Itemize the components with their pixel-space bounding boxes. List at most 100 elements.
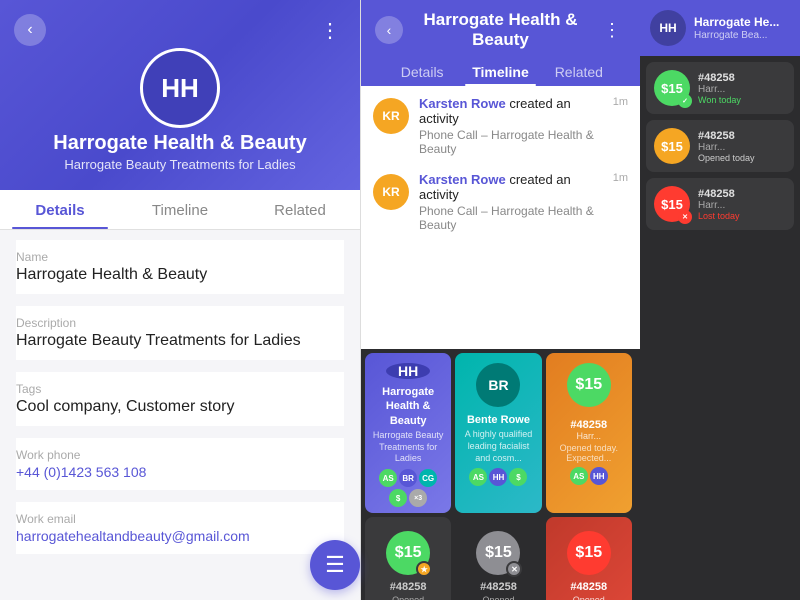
related-status-3: Lost today — [698, 211, 786, 221]
deal-status-6: Opened yesterday. — [552, 595, 626, 600]
tag-cg: CG — [419, 469, 437, 487]
deal3-tag-as: AS — [570, 467, 588, 485]
tab-timeline[interactable]: Timeline — [120, 190, 240, 229]
card-br-name: Bente Rowe — [467, 413, 530, 427]
more-button[interactable]: ⋮ — [314, 14, 346, 46]
card-hh-name: Harrogate Health & Beauty — [371, 385, 445, 428]
name-label: Name — [16, 250, 344, 264]
work-phone-value[interactable]: +44 (0)1423 563 108 — [16, 464, 344, 480]
deal-status-3: Opened today. Expected... — [552, 443, 626, 463]
deal-badge-cancelled: $15 ✕ — [476, 531, 520, 575]
detail-work-email: Work email harrogatehealtandbeauty@gmail… — [16, 502, 344, 554]
avatar: HH — [140, 48, 220, 128]
left-header-bg: ‹ ⋮ HH Harrogate Health & Beauty Harroga… — [0, 0, 360, 190]
related-info-3: #48258 Harr... Lost today — [698, 188, 786, 221]
cancelled-icon: ✕ — [506, 561, 522, 577]
tag-br-hh: HH — [489, 468, 507, 486]
related-list: $15 ✓ #48258 Harr... Won today $15 #4825… — [640, 56, 800, 600]
related-company-1: Harr... — [698, 84, 786, 95]
related-id-1: #48258 — [698, 72, 786, 84]
tab-details[interactable]: Details — [0, 190, 120, 229]
related-info-1: #48258 Harr... Won today — [698, 72, 786, 105]
description-value: Harrogate Beauty Treatments for Ladies — [16, 332, 344, 350]
timeline-avatar-1: KR — [373, 98, 409, 134]
deal-badge-won: $15 ★ — [386, 531, 430, 575]
related-status-1: Won today — [698, 95, 786, 105]
company-subtitle: Harrogate Beauty Treatments for Ladies — [64, 157, 295, 172]
timeline-item-2: KR Karsten Rowe created an activity 1m P… — [373, 172, 628, 232]
detail-tags: Tags Cool company, Customer story — [16, 372, 344, 426]
work-email-value[interactable]: harrogatehealtandbeauty@gmail.com — [16, 528, 344, 544]
timeline-who-2: Karsten Rowe created an activity — [419, 172, 607, 202]
card-deal-cancelled[interactable]: $15 ✕ #48258 Opened yesterday. Cancelled… — [455, 517, 541, 600]
detail-work-phone: Work phone +44 (0)1423 563 108 — [16, 438, 344, 490]
details-content: Name Harrogate Health & Beauty Descripti… — [0, 230, 360, 600]
related-item-3[interactable]: $15 ✕ #48258 Harr... Lost today — [646, 178, 794, 230]
card-br-tags: AS HH $ — [469, 468, 527, 486]
fab-button[interactable]: ☰ — [310, 540, 360, 590]
tags-value: Cool company, Customer story — [16, 398, 344, 416]
middle-title: Harrogate Health & Beauty — [403, 10, 598, 50]
related-id-2: #48258 — [698, 130, 786, 142]
related-item-2[interactable]: $15 #48258 Harr... Opened today — [646, 120, 794, 172]
card-deal-won[interactable]: $15 ★ #48258 Opened yesterday. Won today… — [365, 517, 451, 600]
timeline-sub-1: Phone Call – Harrogate Health & Beauty — [419, 128, 628, 156]
card-hh-sub: Harrogate Beauty Treatments for Ladies — [371, 430, 445, 465]
middle-more-button[interactable]: ⋮ — [598, 16, 626, 44]
middle-tab-timeline[interactable]: Timeline — [461, 56, 539, 86]
won-icon: ★ — [416, 561, 432, 577]
card-br-avatar: BR — [476, 363, 520, 407]
tag-br: BR — [399, 469, 417, 487]
tags-label: Tags — [16, 382, 344, 396]
tag-x3: ×3 — [409, 489, 427, 507]
description-label: Description — [16, 316, 344, 330]
related-company-3: Harr... — [698, 200, 786, 211]
card-hh-contact[interactable]: HH Harrogate Health & Beauty Harrogate B… — [365, 353, 451, 513]
middle-back-button[interactable]: ‹ — [375, 16, 403, 44]
detail-description: Description Harrogate Beauty Treatments … — [16, 306, 344, 360]
middle-tab-details[interactable]: Details — [383, 56, 461, 86]
timeline-time-2: 1m — [613, 172, 628, 184]
deal-id-4: #48258 — [390, 581, 427, 593]
card-deal-red[interactable]: $15 #48258 Opened yesterday. — [546, 517, 632, 600]
card-hh-tags: AS BR CG $ ×3 — [371, 469, 445, 507]
tag-as: AS — [379, 469, 397, 487]
won-badge-icon: ✓ — [678, 94, 692, 108]
lost-badge-icon: ✕ — [678, 210, 692, 224]
deal-status-4: Opened yesterday. Won today. — [371, 595, 445, 600]
middle-tabs-row: Details Timeline Related — [375, 56, 626, 86]
work-email-label: Work email — [16, 512, 344, 526]
tag-dollar: $ — [389, 489, 407, 507]
related-info-2: #48258 Harr... Opened today — [698, 130, 786, 163]
middle-tab-related[interactable]: Related — [540, 56, 618, 86]
back-button[interactable]: ‹ — [14, 14, 46, 46]
tag-br-as: AS — [469, 468, 487, 486]
timeline-body-1: Karsten Rowe created an activity 1m Phon… — [419, 96, 628, 156]
detail-name: Name Harrogate Health & Beauty — [16, 240, 344, 294]
card-deal-orange[interactable]: $15 #48258 Harr... Opened today. Expecte… — [546, 353, 632, 513]
tabs-row: Details Timeline Related — [0, 190, 360, 230]
company-name: Harrogate Health & Beauty — [53, 132, 306, 155]
work-phone-label: Work phone — [16, 448, 344, 462]
tab-related[interactable]: Related — [240, 190, 360, 229]
deal-badge-red: $15 — [567, 531, 611, 575]
timeline-avatar-2: KR — [373, 174, 409, 210]
timeline-sub-2: Phone Call – Harrogate Health & Beauty — [419, 204, 628, 232]
card-br-contact[interactable]: BR Bente Rowe A highly qualified leading… — [455, 353, 541, 513]
related-badge-3: $15 ✕ — [654, 186, 690, 222]
deal-id-3: #48258 — [570, 419, 607, 431]
right-subtitle: Harrogate Bea... — [694, 30, 779, 41]
right-header: HH Harrogate He... Harrogate Bea... — [640, 0, 800, 56]
timeline-body-2: Karsten Rowe created an activity 1m Phon… — [419, 172, 628, 232]
related-status-2: Opened today — [698, 153, 786, 163]
related-badge-1: $15 ✓ — [654, 70, 690, 106]
middle-header: ‹ Harrogate Health & Beauty ⋮ Details Ti… — [361, 0, 640, 86]
related-item-1[interactable]: $15 ✓ #48258 Harr... Won today — [646, 62, 794, 114]
left-panel: ‹ ⋮ HH Harrogate Health & Beauty Harroga… — [0, 0, 360, 600]
card-hh-avatar: HH — [386, 363, 430, 379]
right-panel: HH Harrogate He... Harrogate Bea... $15 … — [640, 0, 800, 600]
deal-badge-green: $15 — [567, 363, 611, 407]
deal3-tag-hh: HH — [590, 467, 608, 485]
middle-panel: ‹ Harrogate Health & Beauty ⋮ Details Ti… — [360, 0, 640, 600]
timeline-time-1: 1m — [613, 96, 628, 108]
